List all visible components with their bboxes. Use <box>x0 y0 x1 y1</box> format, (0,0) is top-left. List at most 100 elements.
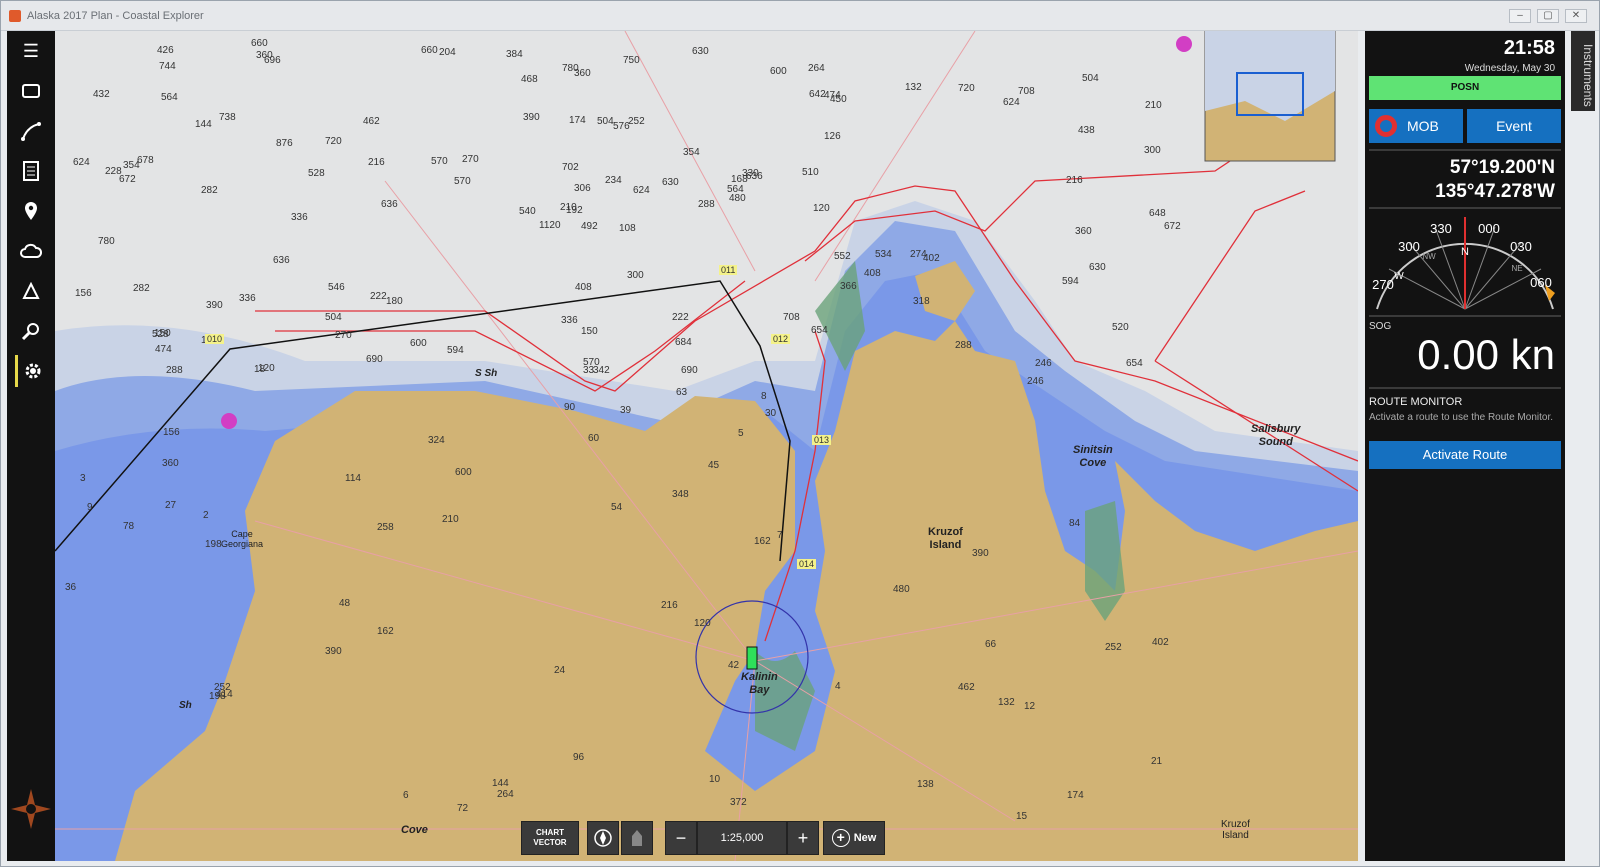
depth-sounding: 528 <box>308 168 325 179</box>
label-s-sh: S Sh <box>475 368 498 379</box>
divider <box>1369 315 1561 317</box>
activate-route-button[interactable]: Activate Route <box>1369 441 1561 469</box>
depth-sounding: 270 <box>335 330 352 341</box>
depth-sounding: 600 <box>455 467 472 478</box>
depth-sounding: 132 <box>905 82 922 93</box>
depth-sounding: 144 <box>492 778 509 789</box>
chart-window-icon[interactable] <box>15 75 47 107</box>
depth-sounding: 426 <box>157 45 174 56</box>
north-up-icon[interactable] <box>587 821 619 855</box>
depth-sounding: 2 <box>203 510 209 521</box>
depth-sounding: 1120 <box>539 220 561 231</box>
depth-sounding: 39 <box>620 405 632 416</box>
new-button[interactable]: + New <box>823 821 885 855</box>
depth-sounding: 156 <box>163 427 180 438</box>
depth-sounding: 288 <box>166 365 183 376</box>
depth-sounding: 27 <box>165 500 177 511</box>
depth-sounding: 360 <box>256 50 273 61</box>
depth-sounding: 252 <box>214 682 231 693</box>
posn-indicator[interactable]: POSN <box>1369 76 1561 100</box>
depth-sounding: 274 <box>910 249 927 260</box>
depth-sounding: 654 <box>811 325 828 336</box>
depth-sounding: 204 <box>439 47 456 58</box>
svg-text:N: N <box>1461 246 1469 258</box>
depth-sounding: 234 <box>605 175 622 186</box>
route-icon[interactable] <box>15 115 47 147</box>
depth-sounding: 246 <box>1035 358 1052 369</box>
depth-sounding: 15 <box>1016 811 1028 822</box>
minimize-button[interactable]: – <box>1509 9 1531 23</box>
lifebuoy-icon <box>1375 115 1397 137</box>
depth-sounding: 390 <box>523 112 540 123</box>
depth-sounding: 504 <box>1082 73 1099 84</box>
depth-sounding: 468 <box>521 74 538 85</box>
label-cape-georgiana: Cape Georgiana <box>221 529 264 549</box>
waypoint-010[interactable]: 010 <box>205 334 225 344</box>
depth-sounding: 174 <box>569 115 586 126</box>
waypoint-012[interactable]: 012 <box>771 334 791 344</box>
heading-compass: 270 W 300 NW 330 N 000 NE 030 060 <box>1369 209 1561 311</box>
depth-sounding: 216 <box>1066 175 1083 186</box>
depth-sounding: 78 <box>123 521 135 532</box>
depth-sounding: 636 <box>381 199 398 210</box>
depth-sounding: 210 <box>442 514 459 525</box>
maximize-button[interactable]: ▢ <box>1537 9 1559 23</box>
settings-gear-icon[interactable] <box>15 355 47 387</box>
mob-button[interactable]: MOB <box>1369 109 1463 143</box>
instruments-tab[interactable]: Instruments <box>1571 31 1595 111</box>
depth-sounding: 18 <box>254 364 266 375</box>
depth-sounding: 780 <box>98 236 115 247</box>
ship-mode-icon[interactable] <box>621 821 653 855</box>
logbook-icon[interactable] <box>15 155 47 187</box>
clock-date: Wednesday, May 30 <box>1464 63 1555 74</box>
depth-sounding: 330 <box>742 168 759 179</box>
depth-sounding: 492 <box>581 221 598 232</box>
depth-sounding: 210 <box>1145 100 1162 111</box>
depth-sounding: 10 <box>709 774 721 785</box>
depth-sounding: 108 <box>619 223 636 234</box>
weather-icon[interactable] <box>15 235 47 267</box>
depth-sounding: 6 <box>403 790 409 801</box>
zoom-out-icon[interactable]: − <box>665 821 697 855</box>
close-button[interactable]: ✕ <box>1565 9 1587 23</box>
depth-sounding: 690 <box>366 354 383 365</box>
depth-sounding: 564 <box>161 92 178 103</box>
chart-map[interactable]: 108 144 192 150 168 180 264 252 474 288 696 654 282 2… <box>55 31 1358 861</box>
waypoint-011[interactable]: 011 <box>719 265 738 275</box>
svg-text:060: 060 <box>1530 275 1552 290</box>
depth-sounding: 744 <box>159 61 176 72</box>
zoom-in-icon[interactable]: + <box>787 821 819 855</box>
depth-sounding: 480 <box>893 584 910 595</box>
chart-vector-button[interactable]: CHART VECTOR <box>521 821 579 855</box>
depth-sounding: 264 <box>497 789 514 800</box>
tide-icon[interactable] <box>15 275 47 307</box>
depth-sounding: 390 <box>206 300 223 311</box>
depth-sounding: 660 <box>421 45 438 56</box>
sog-value: 0.00 kn <box>1417 331 1555 378</box>
depth-sounding: 324 <box>428 435 445 446</box>
chart-scale[interactable]: 1:25,000 <box>697 821 787 855</box>
divider <box>1369 387 1561 389</box>
depth-sounding: 180 <box>386 296 403 307</box>
marker-icon[interactable] <box>15 195 47 227</box>
waypoint-014[interactable]: 014 <box>797 559 817 569</box>
depth-sounding: 780 <box>562 63 579 74</box>
svg-text:NW: NW <box>1422 252 1436 261</box>
menu-icon[interactable]: ☰ <box>15 35 47 67</box>
depth-sounding: 156 <box>75 288 92 299</box>
event-button[interactable]: Event <box>1467 109 1561 143</box>
depth-sounding: 5 <box>738 428 744 439</box>
search-icon[interactable] <box>15 315 47 347</box>
depth-sounding: 510 <box>802 167 819 178</box>
depth-sounding: 672 <box>1164 221 1181 232</box>
depth-sounding: 570 <box>431 156 448 167</box>
depth-sounding: 144 <box>195 119 212 130</box>
left-toolbar: ☰ <box>7 31 55 861</box>
latitude: 57°19.200'N <box>1449 157 1555 178</box>
depth-sounding: 630 <box>1089 262 1106 273</box>
waypoint-013[interactable]: 013 <box>812 435 832 445</box>
label-kruzof-island: Kruzof Island <box>928 526 963 551</box>
depth-sounding: 876 <box>276 138 293 149</box>
depth-sounding: 528 <box>152 329 169 340</box>
depth-sounding: 336 <box>239 293 256 304</box>
